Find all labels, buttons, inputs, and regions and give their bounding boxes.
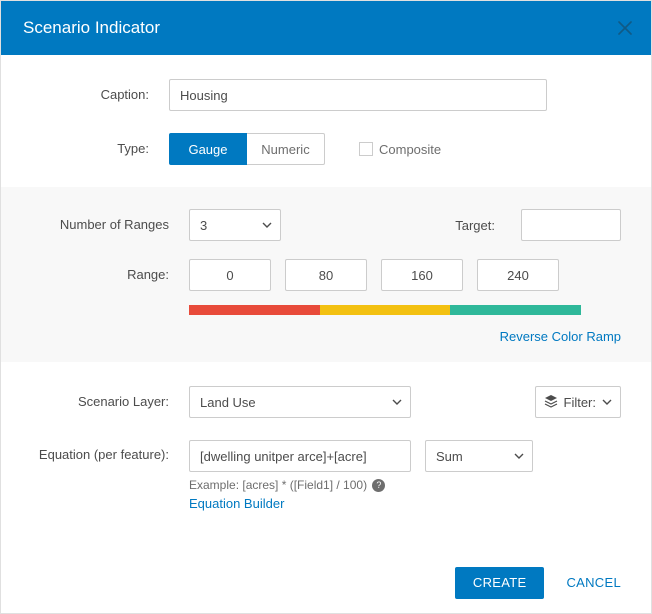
ramp-segment-0 xyxy=(189,305,320,315)
equation-builder-link[interactable]: Equation Builder xyxy=(189,496,284,511)
dialog-body: Caption: Type: Gauge Numeric Composite N… xyxy=(1,55,651,551)
scenario-layer-select[interactable]: Land Use xyxy=(189,386,411,418)
equation-row: Equation (per feature): Sum Example: [ac… xyxy=(31,440,621,514)
caption-label: Caption: xyxy=(31,87,169,104)
num-ranges-select[interactable]: 3 xyxy=(189,209,281,241)
type-toggle: Gauge Numeric xyxy=(169,133,325,165)
equation-aggregator-value: Sum xyxy=(436,449,463,464)
type-gauge-button[interactable]: Gauge xyxy=(169,133,247,165)
num-ranges-row: Number of Ranges 3 Target: xyxy=(31,209,621,241)
range-values-row: Range: xyxy=(31,259,621,291)
caption-row: Caption: xyxy=(31,79,621,111)
equation-example-text: Example: [acres] * ([Field1] / 100) xyxy=(189,478,367,492)
type-numeric-button[interactable]: Numeric xyxy=(247,133,325,165)
color-ramp xyxy=(189,305,581,315)
chevron-down-icon xyxy=(262,222,272,228)
dialog-title: Scenario Indicator xyxy=(23,18,160,38)
filter-label: Filter: xyxy=(564,395,597,410)
ranges-panel: Number of Ranges 3 Target: Range: xyxy=(1,187,651,362)
range-input-1[interactable] xyxy=(285,259,367,291)
cancel-button[interactable]: CANCEL xyxy=(562,575,625,590)
type-row: Type: Gauge Numeric Composite xyxy=(31,133,621,165)
titlebar: Scenario Indicator xyxy=(1,1,651,55)
scenario-layer-value: Land Use xyxy=(200,395,256,410)
equation-help: Example: [acres] * ([Field1] / 100) ? Eq… xyxy=(189,476,621,514)
help-icon[interactable]: ? xyxy=(372,479,385,492)
chevron-down-icon xyxy=(392,399,402,405)
checkbox-icon xyxy=(359,142,373,156)
dialog-footer: CREATE CANCEL xyxy=(1,551,651,613)
range-input-2[interactable] xyxy=(381,259,463,291)
type-label: Type: xyxy=(31,141,169,158)
range-label: Range: xyxy=(31,267,189,284)
composite-checkbox[interactable]: Composite xyxy=(359,142,441,157)
filter-button[interactable]: Filter: xyxy=(535,386,622,418)
equation-label: Equation (per feature): xyxy=(31,440,189,464)
chevron-down-icon xyxy=(514,453,524,459)
composite-label: Composite xyxy=(379,142,441,157)
close-icon[interactable] xyxy=(617,20,633,36)
layers-icon xyxy=(544,394,558,411)
create-button[interactable]: CREATE xyxy=(455,567,545,599)
scenario-layer-label: Scenario Layer: xyxy=(31,394,189,411)
range-input-3[interactable] xyxy=(477,259,559,291)
ramp-segment-1 xyxy=(320,305,451,315)
reverse-ramp-row: Reverse Color Ramp xyxy=(31,329,621,344)
color-ramp-row xyxy=(31,305,621,315)
scenario-layer-row: Scenario Layer: Land Use xyxy=(31,386,621,418)
equation-aggregator-select[interactable]: Sum xyxy=(425,440,533,472)
range-input-0[interactable] xyxy=(189,259,271,291)
target-input[interactable] xyxy=(521,209,621,241)
equation-input[interactable] xyxy=(189,440,411,472)
caption-input[interactable] xyxy=(169,79,547,111)
num-ranges-value: 3 xyxy=(200,218,207,233)
reverse-color-ramp-link[interactable]: Reverse Color Ramp xyxy=(500,329,621,344)
num-ranges-label: Number of Ranges xyxy=(31,217,189,234)
target-label: Target: xyxy=(421,218,511,233)
ramp-segment-2 xyxy=(450,305,581,315)
scenario-indicator-dialog: Scenario Indicator Caption: Type: Gauge … xyxy=(0,0,652,614)
chevron-down-icon xyxy=(602,399,612,405)
